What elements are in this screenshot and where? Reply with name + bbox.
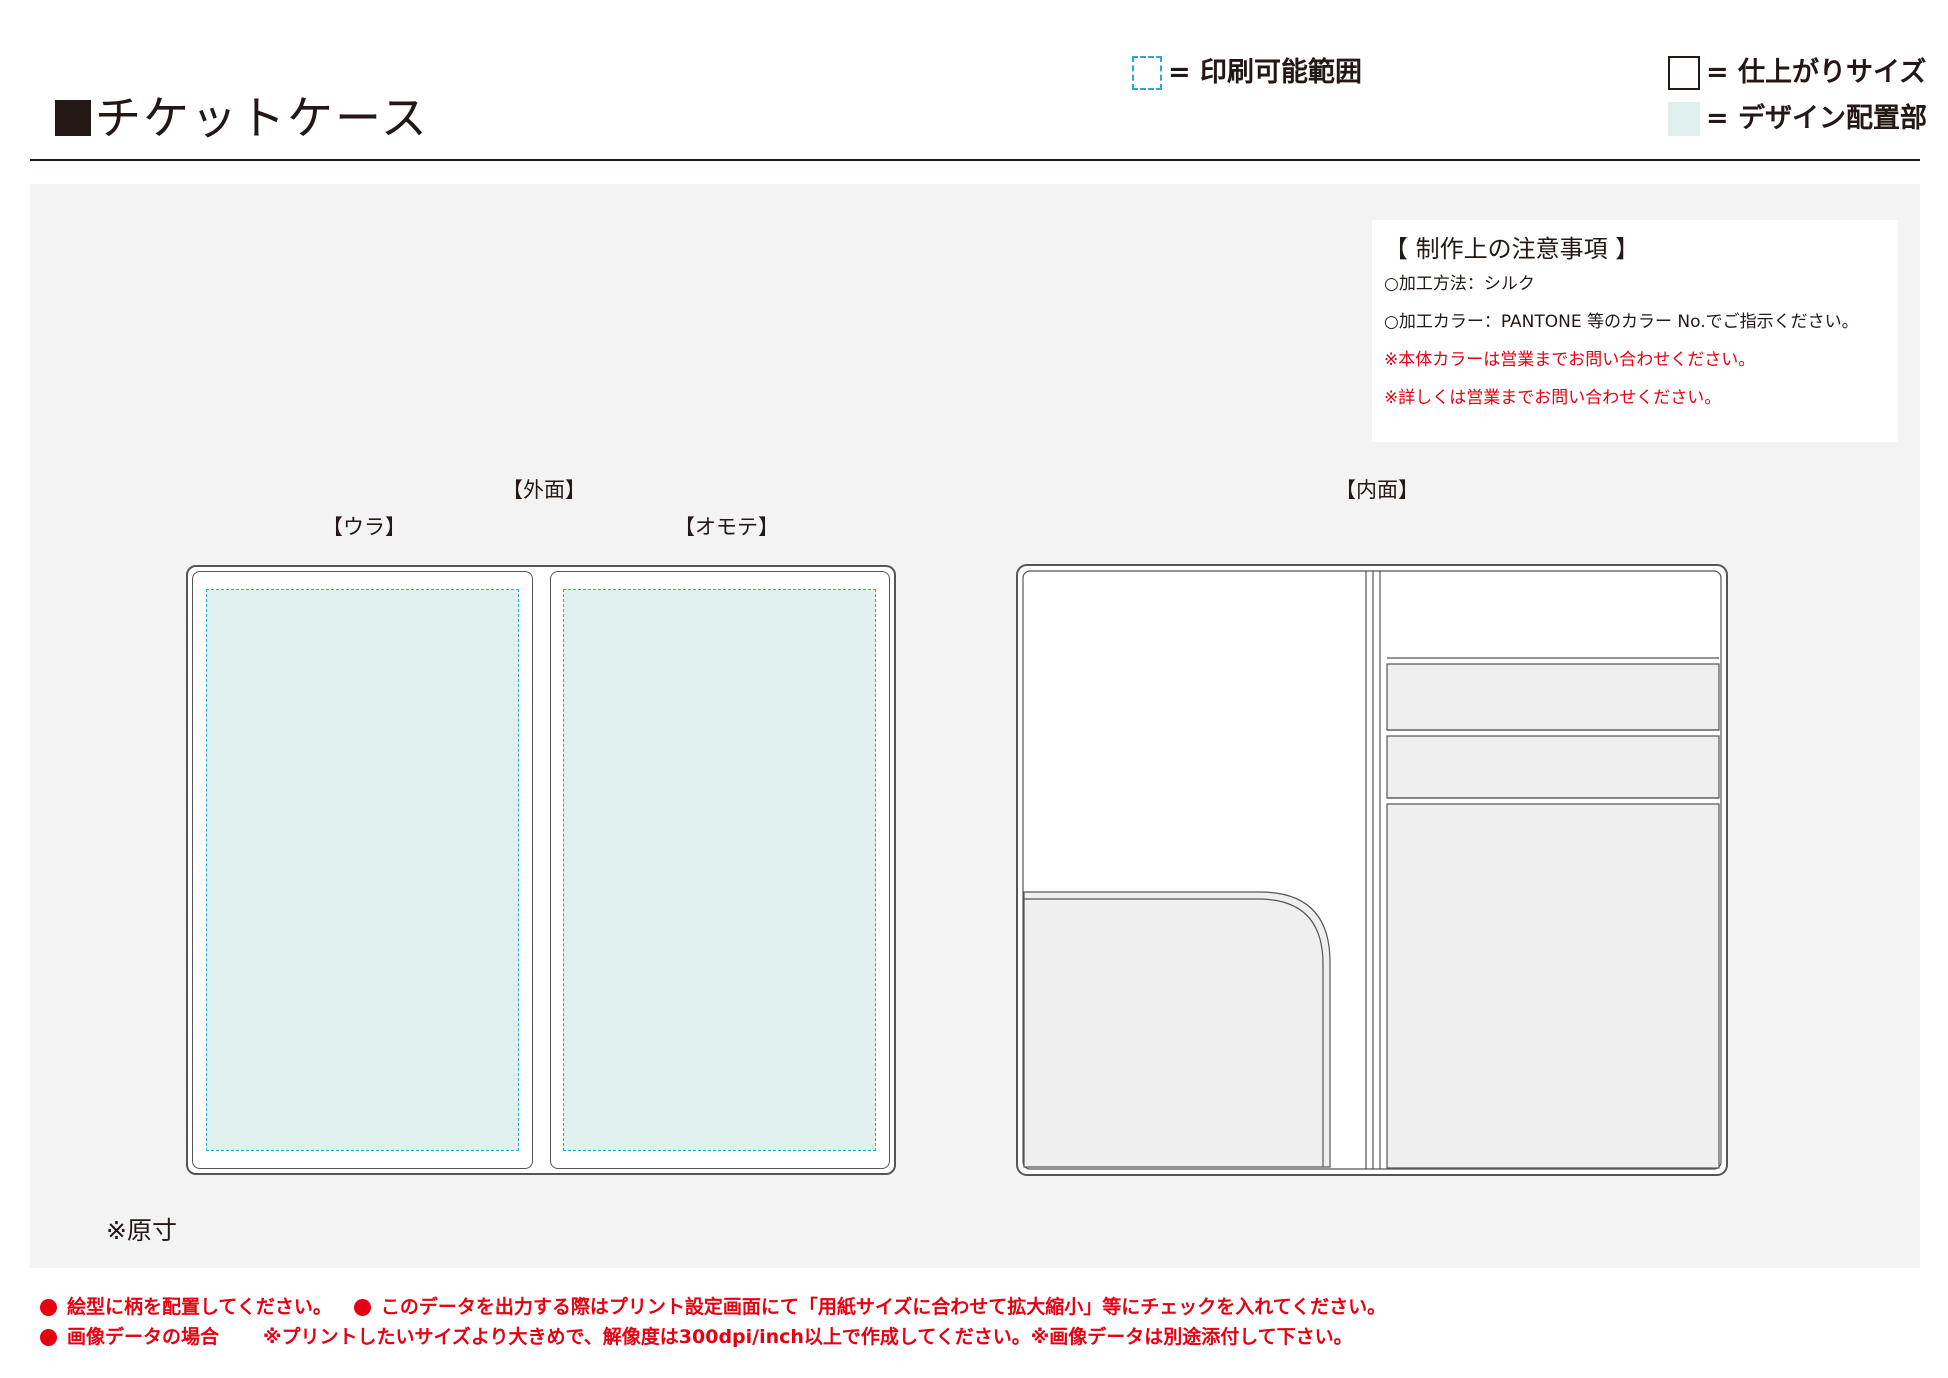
legend-print-area: = 印刷可能範囲	[1132, 56, 1362, 90]
card-slot	[1386, 803, 1720, 1169]
front-design-area	[563, 589, 876, 1151]
notes-warning: ※本体カラーは営業までお問い合わせください。	[1384, 350, 1756, 370]
left-pocket	[1023, 891, 1331, 1168]
header-divider	[30, 159, 1920, 161]
legend-finish-size-label: = 仕上がりサイズ	[1706, 57, 1927, 88]
red-dot-icon	[40, 1328, 57, 1346]
notes-line: ○加工方法：シルク	[1384, 274, 1535, 294]
square-bullet-icon	[55, 100, 91, 136]
notes-line: ○加工カラー：PANTONE 等のカラー No.でご指示ください。	[1384, 312, 1859, 332]
production-notes: 【 制作上の注意事項 】 ○加工方法：シルク ○加工カラー：PANTONE 等の…	[1372, 220, 1898, 442]
card-slot	[1386, 663, 1720, 731]
footer-line-2: 画像データの場合 ※プリントしたいサイズより大きめで、解像度は300dpi/in…	[40, 1325, 1353, 1349]
back-design-area	[206, 589, 519, 1151]
footer-text: ※プリントしたいサイズより大きめで、解像度は300dpi/inch以上で作成して…	[263, 1326, 1353, 1348]
card-slot	[1386, 735, 1720, 799]
legend-design-area: = デザイン配置部	[1668, 102, 1927, 136]
front-side-label: 【オモテ】	[674, 515, 779, 539]
page-title: チケットケース	[55, 92, 429, 144]
notes-warning: ※詳しくは営業までお問い合わせください。	[1384, 388, 1722, 408]
footer-text: 画像データの場合	[67, 1326, 220, 1348]
inner-face-label: 【内面】	[1335, 478, 1419, 502]
legend-finish-size: = 仕上がりサイズ	[1668, 56, 1926, 90]
back-side-label: 【ウラ】	[322, 515, 406, 539]
red-dot-icon	[40, 1298, 57, 1316]
legend-print-area-label: = 印刷可能範囲	[1168, 57, 1363, 88]
legend-design-area-label: = デザイン配置部	[1706, 103, 1928, 134]
footer-text: 絵型に柄を配置してください。	[67, 1296, 332, 1318]
notes-title: 【 制作上の注意事項 】	[1384, 235, 1640, 263]
actual-size-note: ※原寸	[106, 1216, 177, 1245]
page-title-text: チケットケース	[95, 91, 429, 145]
footer-text: このデータを出力する際はプリント設定画面にて「用紙サイズに合わせて拡大縮小」等に…	[380, 1296, 1387, 1318]
outline-box-icon	[1668, 56, 1700, 90]
outer-face-label: 【外面】	[502, 478, 586, 502]
filled-box-icon	[1668, 102, 1700, 136]
footer-line-1: 絵型に柄を配置してください。 このデータを出力する際はプリント設定画面にて「用紙…	[40, 1295, 1386, 1319]
red-dot-icon	[353, 1298, 371, 1316]
inner-face-diagram	[1016, 564, 1728, 1176]
dashed-box-icon	[1132, 56, 1162, 90]
